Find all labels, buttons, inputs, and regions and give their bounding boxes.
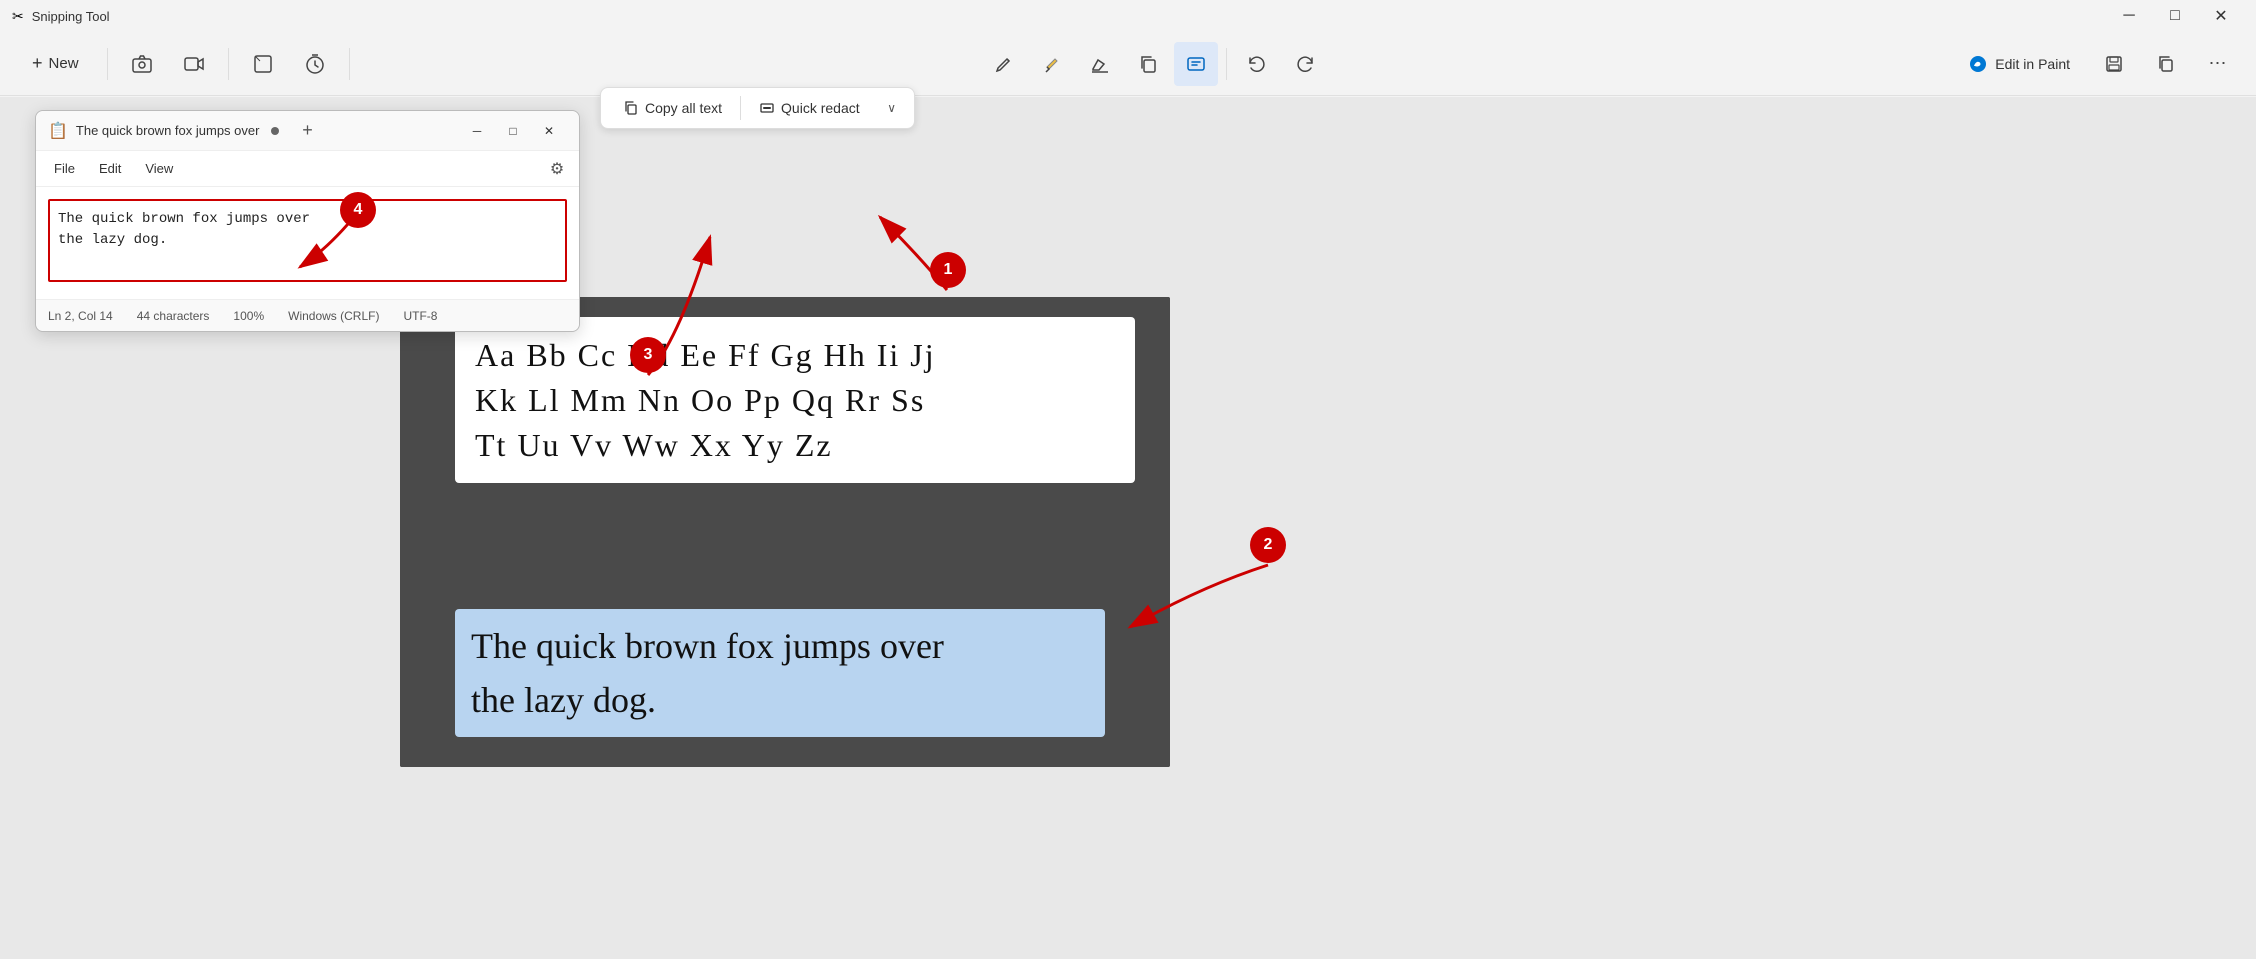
notepad-maximize-button[interactable]: □ — [495, 117, 531, 145]
notepad-zoom-level: 100% — [233, 309, 264, 323]
notepad-encoding: UTF-8 — [403, 309, 437, 323]
toolbar-separator-1 — [107, 48, 108, 80]
notepad-tab-label: The quick brown fox jumps over — [76, 123, 260, 138]
notepad-minimize-button[interactable]: ─ — [459, 117, 495, 145]
alphabet-line-1: Aa Bb Cc Dd Ee Ff Gg Hh Ii Jj — [475, 333, 1115, 378]
notepad-edit-menu[interactable]: Edit — [89, 157, 131, 180]
highlighted-text-card: The quick brown fox jumps over the lazy … — [455, 609, 1105, 737]
copy-all-text-label: Copy all text — [645, 100, 722, 116]
notepad-statusbar: Ln 2, Col 14 44 characters 100% Windows … — [36, 299, 579, 331]
toolbar-separator-2 — [228, 48, 229, 80]
notepad-tab-icon: 📋 — [48, 121, 68, 141]
new-button-label: New — [49, 55, 79, 72]
notepad-menubar: File Edit View ⚙ — [36, 151, 579, 187]
notepad-close-button[interactable]: ✕ — [531, 117, 567, 145]
eraser-button[interactable] — [1078, 42, 1122, 86]
copy-all-text-button[interactable]: Copy all text — [609, 94, 736, 122]
toolbar-right: Edit in Paint ⋯ — [1955, 42, 2240, 86]
annotation-circle-3: 3 — [630, 337, 666, 373]
notepad-titlebar: 📋 The quick brown fox jumps over + ─ □ ✕ — [36, 111, 579, 151]
undo-button[interactable] — [1235, 42, 1279, 86]
save-button[interactable] — [2092, 42, 2136, 86]
notepad-line-endings: Windows (CRLF) — [288, 309, 379, 323]
notepad-file-menu[interactable]: File — [44, 157, 85, 180]
copy-button[interactable] — [1126, 42, 1170, 86]
minimize-button[interactable]: ─ — [2106, 0, 2152, 32]
notepad-unsaved-dot — [271, 127, 279, 135]
notepad-cursor-position: Ln 2, Col 14 — [48, 309, 113, 323]
highlighted-text-line-1: The quick brown fox jumps over — [471, 619, 1089, 673]
action-chevron-button[interactable]: ∨ — [878, 94, 906, 122]
window-controls: ─ □ ✕ — [2106, 0, 2244, 32]
annotation-circle-2: 2 — [1250, 527, 1286, 563]
action-divider — [740, 96, 741, 120]
redo-button[interactable] — [1283, 42, 1327, 86]
action-toolbar: Copy all text Quick redact ∨ — [600, 87, 915, 129]
notepad-window-controls: ─ □ ✕ — [459, 117, 567, 145]
app-icon: ✂ — [12, 8, 24, 25]
alphabet-card: Aa Bb Cc Dd Ee Ff Gg Hh Ii Jj Kk Ll Mm N… — [455, 317, 1135, 483]
timer-button[interactable] — [293, 42, 337, 86]
notepad-character-count: 44 characters — [137, 309, 210, 323]
pen-tool-button[interactable] — [982, 42, 1026, 86]
notepad-window: 📋 The quick brown fox jumps over + ─ □ ✕… — [35, 110, 580, 332]
notepad-textarea[interactable] — [48, 199, 567, 282]
main-toolbar: + New — [0, 32, 2256, 96]
notepad-view-menu[interactable]: View — [135, 157, 183, 180]
camera-button[interactable] — [120, 42, 164, 86]
annotation-circle-4: 4 — [340, 192, 376, 228]
toolbar-separator-3 — [349, 48, 350, 80]
new-plus-icon: + — [32, 53, 43, 74]
quick-redact-button[interactable]: Quick redact — [745, 94, 874, 122]
alphabet-line-2: Kk Ll Mm Nn Oo Pp Qq Rr Ss — [475, 378, 1115, 423]
image-container: Aa Bb Cc Dd Ee Ff Gg Hh Ii Jj Kk Ll Mm N… — [400, 297, 1170, 767]
highlighter-button[interactable] — [1030, 42, 1074, 86]
quick-redact-label: Quick redact — [781, 100, 860, 116]
chevron-down-icon: ∨ — [887, 101, 896, 115]
more-options-button[interactable]: ⋯ — [2196, 42, 2240, 86]
edit-paint-button[interactable]: Edit in Paint — [1955, 49, 2084, 79]
toolbar-separator-4 — [1226, 48, 1227, 80]
notepad-content — [36, 187, 579, 299]
edit-paint-label: Edit in Paint — [1995, 56, 2070, 72]
notepad-settings-button[interactable]: ⚙ — [543, 155, 571, 183]
copy2-button[interactable] — [2144, 42, 2188, 86]
app-title: Snipping Tool — [32, 9, 110, 24]
ocr-button[interactable] — [1174, 42, 1218, 86]
title-bar: ✂ Snipping Tool ─ □ ✕ — [0, 0, 2256, 32]
annotation-circle-1: 1 — [930, 252, 966, 288]
alphabet-line-3: Tt Uu Vv Ww Xx Yy Zz — [475, 423, 1115, 468]
close-button[interactable]: ✕ — [2198, 0, 2244, 32]
shape-button[interactable] — [241, 42, 285, 86]
highlighted-text-line-2: the lazy dog. — [471, 673, 1089, 727]
notepad-add-tab-button[interactable]: + — [295, 119, 319, 143]
video-button[interactable] — [172, 42, 216, 86]
more-options-icon: ⋯ — [2209, 53, 2228, 74]
maximize-button[interactable]: □ — [2152, 0, 2198, 32]
new-button[interactable]: + New — [16, 47, 95, 80]
